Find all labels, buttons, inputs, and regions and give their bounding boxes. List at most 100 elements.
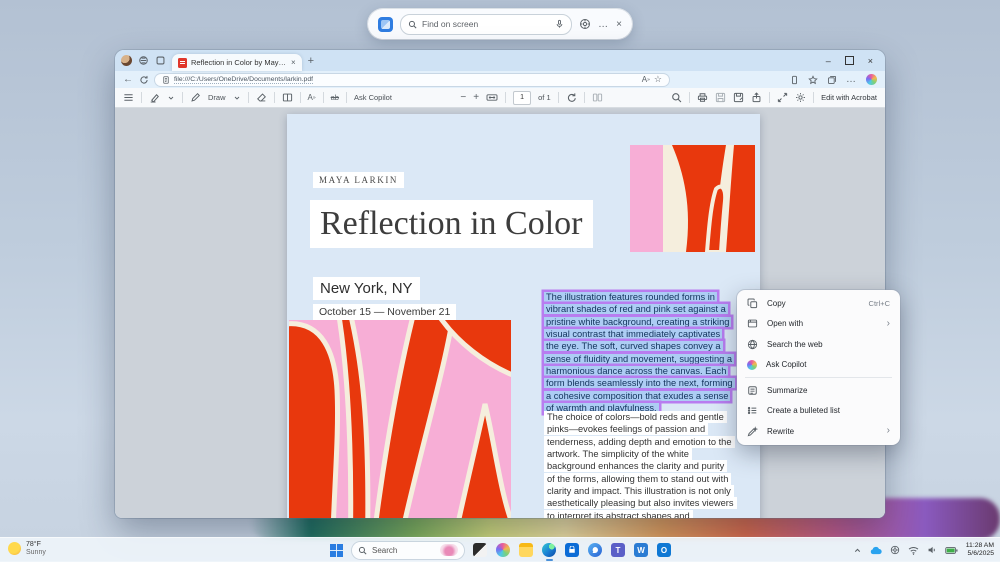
new-tab-icon[interactable]: + [308, 55, 314, 67]
url-text: file:///C:/Users/OneDrive/Documents/lark… [174, 76, 313, 84]
visual-search-settings-icon[interactable] [579, 18, 591, 30]
read-aloud-text-icon[interactable]: A» [308, 93, 316, 102]
onedrive-cloud-icon[interactable] [870, 546, 882, 555]
word-icon[interactable]: W [634, 543, 648, 557]
globe-icon [747, 339, 758, 350]
microsoft-store-icon[interactable] [565, 543, 579, 557]
draw-pen-icon[interactable] [190, 92, 201, 103]
phone-link-icon[interactable] [790, 75, 799, 85]
pdf-toolbar: Draw A» ab Ask Copilot − + 1 of 1 [115, 88, 885, 108]
fullscreen-icon[interactable] [777, 92, 788, 103]
pdf-settings-gear-icon[interactable] [795, 92, 806, 103]
tab-title: Reflection in Color by Maya Larkin [191, 58, 287, 67]
bulleted-list-icon [747, 405, 758, 416]
browser-menu-icon[interactable]: … [846, 74, 857, 85]
profile-avatar[interactable] [121, 55, 132, 66]
menu-item-rewrite[interactable]: Rewrite › [737, 421, 900, 442]
outlook-icon[interactable]: O [657, 543, 671, 557]
teams-icon[interactable]: T [611, 543, 625, 557]
read-aloud-icon[interactable]: A» [642, 75, 650, 84]
active-tab[interactable]: Reflection in Color by Maya Larkin × [172, 54, 302, 71]
maximize-icon[interactable] [845, 56, 854, 65]
window-controls: – × [826, 56, 879, 66]
translate-icon[interactable]: ab [331, 93, 339, 102]
page-layout-icon[interactable] [592, 92, 603, 103]
weather-widget[interactable]: 78°F Sunny [8, 540, 46, 557]
start-button[interactable] [330, 544, 343, 557]
search-document-icon[interactable] [671, 92, 682, 103]
menu-item-bulleted-list[interactable]: Create a bulleted list [737, 401, 900, 422]
menu-item-search-web[interactable]: Search the web [737, 334, 900, 355]
collections-icon[interactable] [827, 75, 837, 85]
task-view-icon[interactable] [473, 543, 487, 557]
ask-copilot-button[interactable]: Ask Copilot [354, 93, 392, 102]
tab-close-icon[interactable]: × [291, 58, 296, 67]
share-icon[interactable] [751, 92, 762, 103]
minimize-icon[interactable]: – [826, 56, 831, 66]
menu-item-ask-copilot[interactable]: Ask Copilot [737, 355, 900, 376]
volume-icon[interactable] [927, 545, 937, 555]
print-icon[interactable] [697, 92, 708, 103]
close-window-icon[interactable]: × [868, 56, 873, 66]
search-icon [408, 20, 417, 29]
zoom-in-icon[interactable]: + [473, 92, 479, 103]
artist-name: MAYA LARKIN [313, 172, 404, 188]
context-menu: Copy Ctrl+C Open with › Search the web A… [737, 290, 900, 445]
more-options-icon[interactable]: … [598, 19, 609, 30]
refresh-icon[interactable] [139, 75, 149, 85]
menu-item-summarize[interactable]: Summarize [737, 380, 900, 401]
draw-label[interactable]: Draw [208, 93, 226, 102]
file-explorer-icon[interactable] [519, 543, 533, 557]
copy-icon [747, 298, 758, 309]
chat-icon[interactable] [588, 543, 602, 557]
highlighted-paragraph[interactable]: The illustration features rounded forms … [544, 291, 734, 414]
table-of-contents-icon[interactable] [123, 92, 134, 103]
exhibit-location: New York, NY [313, 277, 420, 300]
rotate-icon[interactable] [566, 92, 577, 103]
weather-temp: 78°F [26, 540, 46, 549]
highlighter-chevron-icon[interactable] [167, 94, 175, 102]
menu-divider [745, 377, 892, 378]
back-icon[interactable]: ← [123, 74, 133, 85]
find-placeholder: Find on screen [422, 19, 478, 29]
battery-icon[interactable] [945, 546, 958, 555]
wifi-icon[interactable] [908, 546, 919, 555]
favorites-bar-icon[interactable] [808, 75, 818, 85]
system-tray: 11:28 AM 5/6/2025 [853, 538, 994, 562]
zoom-out-icon[interactable]: − [460, 92, 466, 103]
security-icon[interactable] [890, 545, 900, 555]
copilot-icon[interactable] [866, 74, 877, 85]
save-icon[interactable] [715, 92, 726, 103]
find-on-screen-input[interactable]: Find on screen [400, 14, 572, 35]
exhibit-dates: October 15 — November 21 [313, 304, 456, 321]
edge-icon[interactable] [542, 543, 556, 557]
clock[interactable]: 11:28 AM 5/6/2025 [966, 542, 994, 559]
weather-condition: Sunny [26, 549, 46, 557]
summarize-icon [747, 385, 758, 396]
pdf-file-icon [178, 58, 187, 68]
highlighter-icon[interactable] [149, 92, 160, 103]
artwork-large [289, 320, 511, 518]
menu-item-open-with[interactable]: Open with › [737, 314, 900, 335]
microphone-icon[interactable] [555, 19, 564, 29]
draw-chevron-icon[interactable] [233, 94, 241, 102]
close-icon[interactable]: × [616, 19, 622, 30]
sun-icon [8, 542, 21, 555]
body-paragraph: The choice of colors—bold reds and gentl… [544, 411, 734, 518]
save-as-icon[interactable] [733, 92, 744, 103]
tab-actions-icon[interactable] [155, 55, 166, 66]
taskbar-search[interactable]: Search [352, 542, 464, 559]
workspaces-icon[interactable] [138, 55, 149, 66]
menu-item-copy[interactable]: Copy Ctrl+C [737, 293, 900, 314]
favorite-star-icon[interactable]: ☆ [654, 74, 662, 85]
clock-date: 5/6/2025 [966, 550, 994, 559]
eraser-icon[interactable] [256, 92, 267, 103]
page-number-input[interactable]: 1 [513, 91, 531, 105]
copilot-taskbar-icon[interactable] [496, 543, 510, 557]
two-page-view-icon[interactable] [282, 92, 293, 103]
url-field[interactable]: file:///C:/Users/OneDrive/Documents/lark… [155, 74, 669, 86]
fit-to-width-icon[interactable] [486, 92, 498, 103]
taskbar-search-icon [358, 546, 367, 555]
edit-with-acrobat-button[interactable]: Edit with Acrobat [821, 93, 877, 102]
tray-chevron-up-icon[interactable] [853, 546, 862, 555]
